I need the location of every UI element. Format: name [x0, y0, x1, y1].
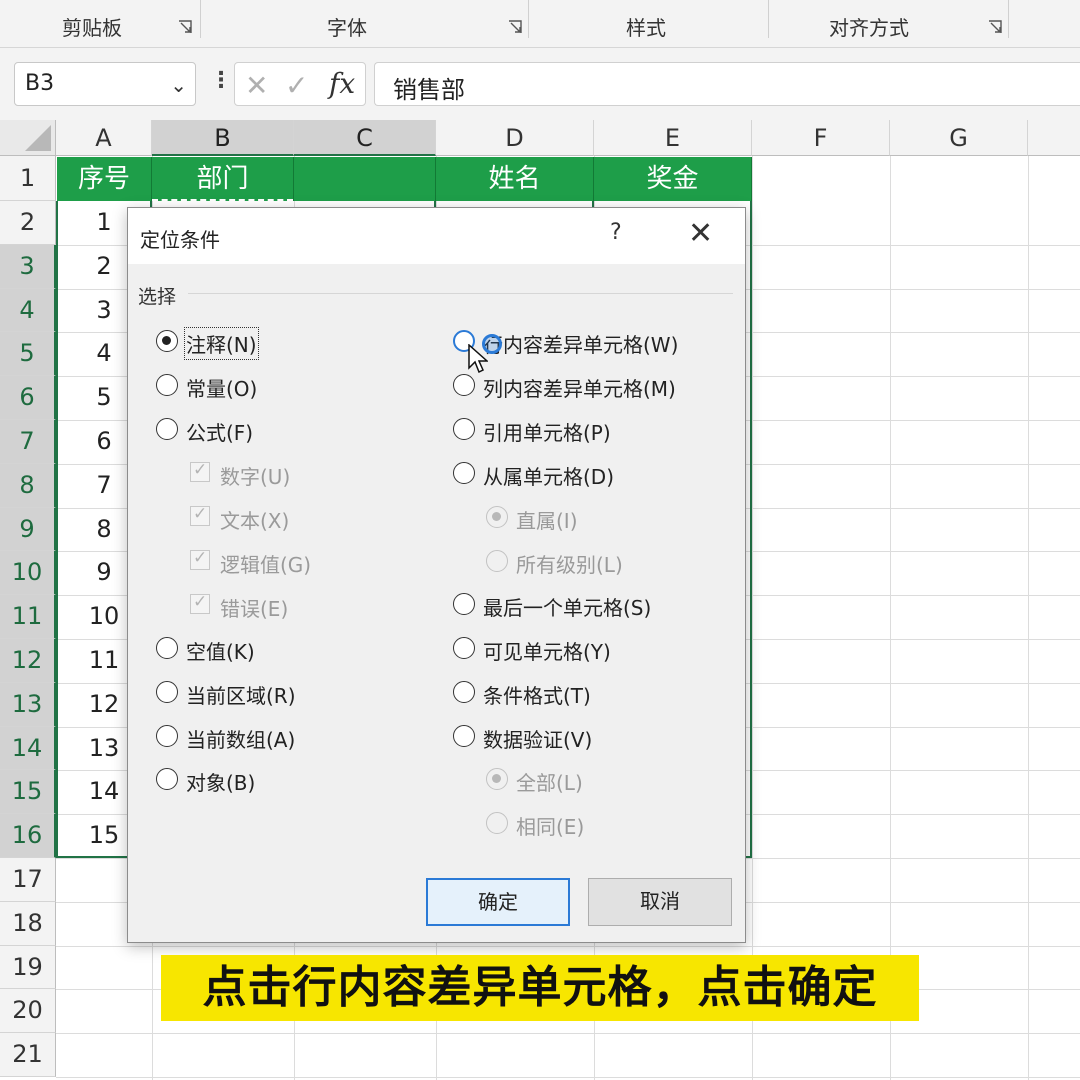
column-header-g[interactable]: G [890, 120, 1028, 156]
radio-icon[interactable] [156, 681, 178, 703]
ribbon: 剪贴板 字体 样式 对齐方式 [0, 0, 1080, 48]
radio-icon[interactable] [156, 768, 178, 790]
radio-icon[interactable] [453, 637, 475, 659]
gridline [890, 156, 891, 1080]
check-icon[interactable]: ✓ [285, 69, 308, 102]
radio-checked-icon[interactable] [156, 330, 178, 352]
radio-icon[interactable] [453, 593, 475, 615]
column-header-c[interactable]: C [294, 120, 436, 156]
dialog-title: 定位条件 [140, 228, 220, 252]
ribbon-group-styles[interactable]: 样式 [626, 12, 666, 42]
radio-icon[interactable] [453, 681, 475, 703]
dialog-launcher-icon[interactable] [508, 20, 522, 34]
row-header-21[interactable]: 21 [0, 1033, 56, 1077]
chevron-down-icon[interactable]: ⌄ [170, 73, 187, 97]
formula-input[interactable]: 销售部 [374, 62, 1080, 106]
radio-icon[interactable] [453, 725, 475, 747]
checkbox-icon [190, 504, 210, 526]
ribbon-group-font[interactable]: 字体 [327, 12, 367, 42]
row-header-12[interactable]: 12 [0, 639, 56, 683]
radio-checked-icon [486, 506, 508, 528]
row-header-15[interactable]: 15 [0, 770, 56, 815]
radio-icon[interactable] [156, 374, 178, 396]
radio-icon[interactable] [453, 462, 475, 484]
row-header-10[interactable]: 10 [0, 551, 56, 596]
subtitle-caption: 点击行内容差异单元格，点击确定 [161, 955, 919, 1021]
radio-icon[interactable] [156, 418, 178, 440]
checkbox-icon [190, 548, 210, 570]
go-to-special-dialog: 定位条件 ? ✕ 选择 注释(N) 常量(O) 公式(F) 数字(U) 文本(X… [127, 207, 746, 943]
name-box[interactable]: B3 ⌄ [14, 62, 196, 106]
copy-marquee [152, 157, 293, 201]
ribbon-group-alignment[interactable]: 对齐方式 [829, 12, 909, 42]
header-cell-name[interactable]: 姓名 [436, 157, 594, 201]
column-header-e[interactable]: E [594, 120, 752, 156]
name-box-value: B3 [25, 71, 55, 96]
ribbon-separator [768, 0, 769, 38]
gridline [752, 156, 753, 1080]
header-cell-bonus[interactable]: 奖金 [594, 157, 752, 201]
more-options-icon[interactable]: ⋮ [210, 68, 232, 93]
formula-value: 销售部 [393, 76, 465, 104]
select-group-label: 选择 [138, 286, 177, 308]
column-header-b[interactable]: B [152, 120, 294, 156]
group-divider [188, 293, 733, 294]
dialog-titlebar[interactable]: 定位条件 ? ✕ [128, 208, 745, 264]
column-header-d[interactable]: D [436, 120, 594, 156]
column-header-f[interactable]: F [752, 120, 890, 156]
radio-icon[interactable] [156, 725, 178, 747]
ok-button[interactable]: 确定 [426, 878, 570, 926]
row-header-4[interactable]: 4 [0, 288, 56, 333]
column-header-a[interactable]: A [56, 120, 152, 156]
row-header-2[interactable]: 2 [0, 201, 56, 245]
radio-icon[interactable] [453, 418, 475, 440]
row-header-17[interactable]: 17 [0, 858, 56, 902]
gridline [56, 1033, 1080, 1035]
ribbon-separator [528, 0, 529, 38]
gridline [56, 945, 1080, 947]
checkbox-icon [190, 592, 210, 614]
ribbon-group-clipboard[interactable]: 剪贴板 [62, 12, 122, 42]
close-icon[interactable]: ✕ [688, 216, 713, 251]
dialog-launcher-icon[interactable] [988, 20, 1002, 34]
row-header-7[interactable]: 7 [0, 420, 56, 464]
row-header-1[interactable]: 1 [0, 156, 56, 201]
row-header-3[interactable]: 3 [0, 244, 56, 289]
row-header-20[interactable]: 20 [0, 989, 56, 1034]
cancel-button[interactable]: 取消 [588, 878, 732, 926]
row-header-19[interactable]: 19 [0, 945, 56, 990]
row-header-8[interactable]: 8 [0, 463, 56, 508]
row-header-9[interactable]: 9 [0, 507, 56, 552]
checkbox-icon [190, 460, 210, 482]
header-cell-c[interactable] [294, 157, 436, 201]
cancel-icon[interactable]: ✕ [245, 69, 268, 102]
column-header-partial[interactable] [1028, 120, 1080, 156]
formula-buttons: ✕ ✓ fx [234, 62, 366, 106]
select-all-button[interactable] [0, 120, 56, 156]
row-header-11[interactable]: 11 [0, 595, 56, 639]
ribbon-separator [1008, 0, 1009, 38]
radio-checked-icon [486, 768, 508, 790]
row-header-14[interactable]: 14 [0, 726, 56, 771]
dialog-launcher-icon[interactable] [178, 20, 192, 34]
row-header-5[interactable]: 5 [0, 332, 56, 377]
gridline [56, 1077, 1080, 1078]
row-header-13[interactable]: 13 [0, 682, 56, 727]
row-header-18[interactable]: 18 [0, 901, 56, 946]
help-button[interactable]: ? [610, 220, 622, 245]
radio-icon [486, 550, 508, 572]
header-cell-serial[interactable]: 序号 [57, 157, 152, 201]
mouse-pointer-icon [468, 344, 488, 374]
row-header-6[interactable]: 6 [0, 376, 56, 420]
radio-icon[interactable] [156, 637, 178, 659]
ribbon-separator [200, 0, 201, 38]
gridline [1028, 156, 1029, 1080]
radio-icon [486, 812, 508, 834]
insert-function-button[interactable]: fx [329, 67, 355, 100]
row-header-16[interactable]: 16 [0, 814, 56, 858]
formula-bar: B3 ⌄ ⋮ ✕ ✓ fx 销售部 [0, 48, 1080, 120]
radio-icon[interactable] [453, 374, 475, 396]
caption-text: 点击行内容差异单元格，点击确定 [202, 962, 878, 1013]
